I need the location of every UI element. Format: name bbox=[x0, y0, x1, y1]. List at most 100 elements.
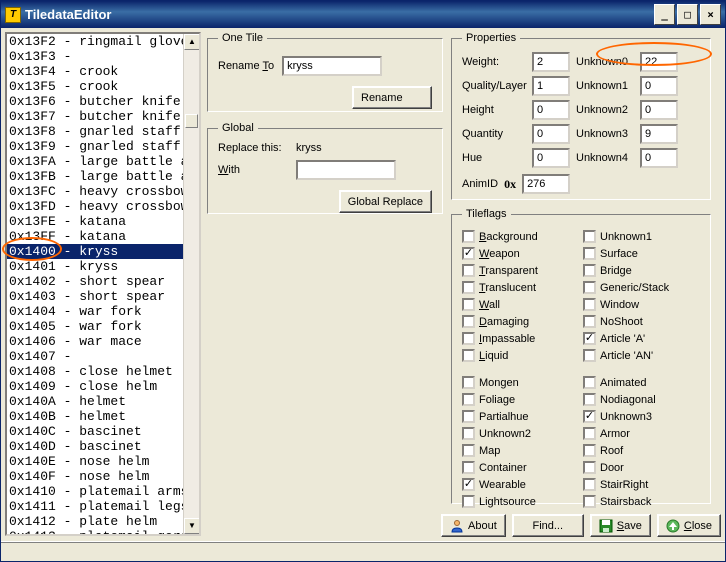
list-item[interactable]: 0x13F3 - bbox=[7, 49, 199, 64]
global-replace-button[interactable]: Global Replace bbox=[339, 190, 432, 213]
list-item[interactable]: 0x1401 - kryss bbox=[7, 259, 199, 274]
checkbox-icon[interactable] bbox=[583, 444, 596, 457]
list-item[interactable]: 0x1413 - platemail gorget bbox=[7, 529, 199, 536]
flag-foliage[interactable]: Foliage bbox=[462, 391, 579, 408]
maximize-button[interactable]: □ bbox=[677, 4, 698, 25]
list-item[interactable]: 0x13FB - large battle ax bbox=[7, 169, 199, 184]
prop-input-unknown0[interactable] bbox=[640, 52, 678, 72]
checkbox-icon[interactable] bbox=[462, 281, 475, 294]
flag-bridge[interactable]: Bridge bbox=[583, 262, 700, 279]
scroll-thumb[interactable] bbox=[185, 114, 198, 128]
flag-genericstack[interactable]: Generic/Stack bbox=[583, 279, 700, 296]
prop-input-weight[interactable] bbox=[532, 52, 570, 72]
checkbox-icon[interactable] bbox=[583, 332, 596, 345]
list-item[interactable]: 0x13F7 - butcher knife bbox=[7, 109, 199, 124]
with-input[interactable] bbox=[296, 160, 396, 180]
checkbox-icon[interactable] bbox=[583, 281, 596, 294]
flag-container[interactable]: Container bbox=[462, 459, 579, 476]
checkbox-icon[interactable] bbox=[462, 332, 475, 345]
list-item[interactable]: 0x13F5 - crook bbox=[7, 79, 199, 94]
prop-input-height[interactable] bbox=[532, 100, 570, 120]
checkbox-icon[interactable] bbox=[583, 230, 596, 243]
list-item[interactable]: 0x13F9 - gnarled staff bbox=[7, 139, 199, 154]
flag-nodiagonal[interactable]: Nodiagonal bbox=[583, 391, 700, 408]
list-scrollbar[interactable]: ▲ ▼ bbox=[183, 34, 199, 534]
flag-stairright[interactable]: StairRight bbox=[583, 476, 700, 493]
checkbox-icon[interactable] bbox=[583, 376, 596, 389]
checkbox-icon[interactable] bbox=[583, 247, 596, 260]
checkbox-icon[interactable] bbox=[583, 315, 596, 328]
list-item[interactable]: 0x140C - bascinet bbox=[7, 424, 199, 439]
list-item[interactable]: 0x13FA - large battle ax bbox=[7, 154, 199, 169]
flag-weapon[interactable]: Weapon bbox=[462, 245, 579, 262]
flag-articlea[interactable]: Article 'A' bbox=[583, 330, 700, 347]
list-item[interactable]: 0x1400 - kryss bbox=[7, 244, 199, 259]
checkbox-icon[interactable] bbox=[583, 410, 596, 423]
prop-input-quantity[interactable] bbox=[532, 124, 570, 144]
checkbox-icon[interactable] bbox=[583, 478, 596, 491]
checkbox-icon[interactable] bbox=[462, 264, 475, 277]
flag-door[interactable]: Door bbox=[583, 459, 700, 476]
list-item[interactable]: 0x13F6 - butcher knife bbox=[7, 94, 199, 109]
flag-unknown2[interactable]: Unknown2 bbox=[462, 425, 579, 442]
animid-input[interactable] bbox=[522, 174, 570, 194]
list-item[interactable]: 0x1410 - platemail arms bbox=[7, 484, 199, 499]
checkbox-icon[interactable] bbox=[583, 461, 596, 474]
list-item[interactable]: 0x1407 - bbox=[7, 349, 199, 364]
checkbox-icon[interactable] bbox=[462, 247, 475, 260]
list-item[interactable]: 0x1412 - plate helm bbox=[7, 514, 199, 529]
prop-input-unknown2[interactable] bbox=[640, 100, 678, 120]
list-item[interactable]: 0x1404 - war fork bbox=[7, 304, 199, 319]
flag-impassable[interactable]: Impassable bbox=[462, 330, 579, 347]
checkbox-icon[interactable] bbox=[462, 410, 475, 423]
checkbox-icon[interactable] bbox=[583, 264, 596, 277]
flag-transparent[interactable]: Transparent bbox=[462, 262, 579, 279]
checkbox-icon[interactable] bbox=[462, 349, 475, 362]
flag-animated[interactable]: Animated bbox=[583, 374, 700, 391]
list-item[interactable]: 0x13FC - heavy crossbow bbox=[7, 184, 199, 199]
checkbox-icon[interactable] bbox=[583, 298, 596, 311]
list-item[interactable]: 0x140F - nose helm bbox=[7, 469, 199, 484]
checkbox-icon[interactable] bbox=[462, 230, 475, 243]
flag-map[interactable]: Map bbox=[462, 442, 579, 459]
list-item[interactable]: 0x13FF - katana bbox=[7, 229, 199, 244]
list-item[interactable]: 0x13F2 - ringmail gloves bbox=[7, 34, 199, 49]
save-button[interactable]: Save bbox=[590, 514, 651, 537]
flag-partialhue[interactable]: Partialhue bbox=[462, 408, 579, 425]
list-item[interactable]: 0x1402 - short spear bbox=[7, 274, 199, 289]
checkbox-icon[interactable] bbox=[462, 495, 475, 508]
flag-liquid[interactable]: Liquid bbox=[462, 347, 579, 364]
prop-input-hue[interactable] bbox=[532, 148, 570, 168]
list-item[interactable]: 0x140E - nose helm bbox=[7, 454, 199, 469]
scroll-up-icon[interactable]: ▲ bbox=[184, 34, 200, 50]
flag-articlean[interactable]: Article 'AN' bbox=[583, 347, 700, 364]
list-item[interactable]: 0x1405 - war fork bbox=[7, 319, 199, 334]
close-button[interactable]: × bbox=[700, 4, 721, 25]
flag-roof[interactable]: Roof bbox=[583, 442, 700, 459]
flag-window[interactable]: Window bbox=[583, 296, 700, 313]
list-item[interactable]: 0x13F4 - crook bbox=[7, 64, 199, 79]
checkbox-icon[interactable] bbox=[462, 298, 475, 311]
about-button[interactable]: About bbox=[441, 514, 506, 537]
prop-input-unknown4[interactable] bbox=[640, 148, 678, 168]
tile-listbox[interactable]: 0x13F2 - ringmail gloves0x13F3 -0x13F4 -… bbox=[5, 32, 201, 536]
checkbox-icon[interactable] bbox=[462, 461, 475, 474]
scroll-down-icon[interactable]: ▼ bbox=[184, 518, 200, 534]
prop-input-qualitylayer[interactable] bbox=[532, 76, 570, 96]
flag-noshoot[interactable]: NoShoot bbox=[583, 313, 700, 330]
list-item[interactable]: 0x1409 - close helm bbox=[7, 379, 199, 394]
minimize-button[interactable]: _ bbox=[654, 4, 675, 25]
checkbox-icon[interactable] bbox=[462, 444, 475, 457]
checkbox-icon[interactable] bbox=[462, 427, 475, 440]
titlebar[interactable]: T TiledataEditor _ □ × bbox=[1, 1, 725, 28]
flag-surface[interactable]: Surface bbox=[583, 245, 700, 262]
prop-input-unknown1[interactable] bbox=[640, 76, 678, 96]
flag-lightsource[interactable]: Lightsource bbox=[462, 493, 579, 510]
rename-input[interactable] bbox=[282, 56, 382, 76]
checkbox-icon[interactable] bbox=[583, 495, 596, 508]
rename-button[interactable]: Rename bbox=[352, 86, 432, 109]
flag-mongen[interactable]: Mongen bbox=[462, 374, 579, 391]
list-item[interactable]: 0x13F8 - gnarled staff bbox=[7, 124, 199, 139]
flag-wall[interactable]: Wall bbox=[462, 296, 579, 313]
flag-unknown3[interactable]: Unknown3 bbox=[583, 408, 700, 425]
